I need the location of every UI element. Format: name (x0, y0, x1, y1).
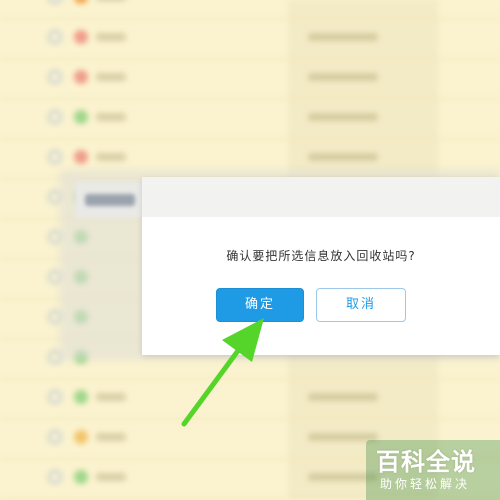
confirm-button[interactable]: 确定 (216, 288, 304, 322)
row-text-placeholder (96, 433, 126, 441)
row-text-placeholder (308, 153, 378, 161)
row-text-placeholder (96, 0, 126, 1)
row-text-placeholder (308, 393, 378, 401)
row-text-placeholder (308, 113, 378, 121)
row-text-placeholder (96, 113, 126, 121)
row-text-placeholder (308, 33, 378, 41)
category-dot-icon (74, 390, 88, 404)
row-text-placeholder (96, 33, 126, 41)
site-watermark-logo: 百科全说 助你轻松解决 (366, 440, 500, 500)
dialog-message: 确认要把所选信息放入回收站吗? (226, 249, 416, 263)
row-text-placeholder (96, 393, 126, 401)
row-text-placeholder (308, 73, 378, 81)
list-row (0, 378, 500, 419)
category-dot-icon (74, 30, 88, 44)
checkbox-icon (48, 30, 62, 44)
category-dot-icon (74, 470, 88, 484)
category-dot-icon (74, 70, 88, 84)
category-dot-icon (74, 150, 88, 164)
category-dot-icon (74, 430, 88, 444)
row-text-placeholder (96, 473, 126, 481)
screen: 确认要把所选信息放入回收站吗? 确定 取消 百科全说 助你轻松解决 (0, 0, 500, 500)
row-text-placeholder (96, 73, 126, 81)
category-dot-icon (74, 110, 88, 124)
checkbox-icon (48, 110, 62, 124)
checkbox-icon (48, 430, 62, 444)
checkbox-icon (48, 0, 62, 4)
dialog-topbar (142, 177, 500, 217)
list-row (0, 58, 500, 99)
list-row (0, 98, 500, 139)
list-row (0, 0, 500, 19)
category-dot-icon (74, 0, 88, 4)
dialog-header-text-placeholder (85, 194, 135, 206)
cancel-button[interactable]: 取消 (316, 288, 406, 322)
checkbox-icon (48, 390, 62, 404)
row-text-placeholder (96, 153, 126, 161)
confirm-dialog: 确认要把所选信息放入回收站吗? 确定 取消 (142, 177, 500, 355)
watermark-subtitle: 助你轻松解决 (380, 477, 471, 491)
list-row (0, 18, 500, 59)
checkbox-icon (48, 150, 62, 164)
checkbox-icon (48, 70, 62, 84)
watermark-title: 百科全说 (376, 448, 476, 476)
checkbox-icon (48, 470, 62, 484)
